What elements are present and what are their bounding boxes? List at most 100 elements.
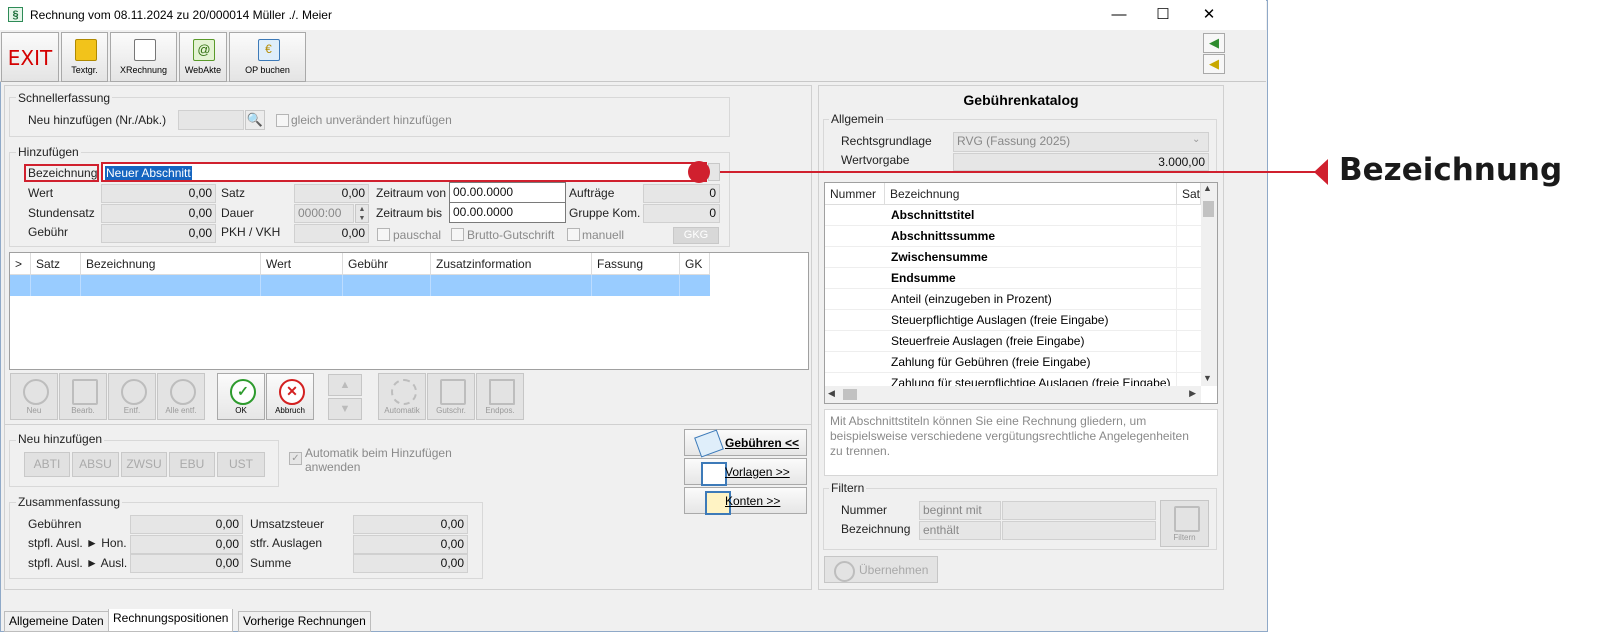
list-item[interactable]: Zahlung für Gebühren (freie Eingabe)	[825, 352, 1201, 373]
scroll-left-icon[interactable]: ◀	[828, 388, 835, 399]
arrow-left-yellow-icon[interactable]: ◀	[1203, 54, 1225, 74]
grid-header-arrow[interactable]: >	[10, 253, 31, 275]
list-item[interactable]: Abschnittstitel	[825, 205, 1201, 226]
gruppe-kom-field[interactable]: 0	[643, 204, 720, 223]
konten-button[interactable]: Konten >>	[684, 487, 807, 515]
xrechnung-button[interactable]: XRechnung	[110, 32, 177, 82]
auftraege-field[interactable]: 0	[643, 184, 720, 203]
zeitraum-bis-input[interactable]: 00.00.0000	[449, 202, 566, 223]
list-item[interactable]: Endsumme	[825, 268, 1201, 289]
endpos-button[interactable]: Endpos.	[476, 373, 524, 420]
ebu-button[interactable]: EBU	[169, 452, 215, 477]
move-down-icon[interactable]: ▼	[328, 398, 362, 420]
list-item[interactable]: Zahlung für steuerpflichtige Auslagen (f…	[825, 373, 1201, 386]
absu-button[interactable]: ABSU	[72, 452, 119, 477]
tab-allgemeine-daten[interactable]: Allgemeine Daten	[4, 611, 109, 632]
wertvorgabe-field[interactable]: 3.000,00	[953, 153, 1209, 171]
grid-header-fassung[interactable]: Fassung	[592, 253, 680, 275]
filtern-label: Filtern	[1173, 533, 1196, 542]
alle-entf-button[interactable]: Alle entf.	[157, 373, 205, 420]
gebuehren-toggle-button[interactable]: Gebühren <<	[684, 429, 807, 458]
xrechnung-label: XRechnung	[119, 65, 168, 75]
list-item[interactable]: Zwischensumme	[825, 247, 1201, 268]
exit-button[interactable]: EXIT	[1, 32, 59, 82]
ok-button[interactable]: ✓ OK	[217, 373, 265, 420]
entf-button[interactable]: Entf.	[108, 373, 156, 420]
table-row[interactable]	[10, 275, 710, 296]
katalog-header-bezeichnung[interactable]: Bezeichnung	[885, 183, 1177, 205]
search-icon[interactable]: 🔍	[245, 110, 265, 130]
katalog-horizontal-scrollbar[interactable]: ◀ ▶	[825, 386, 1201, 403]
close-button[interactable]: ✕	[1186, 0, 1232, 30]
pauschal-checkbox[interactable]	[377, 228, 390, 241]
katalog-vertical-scrollbar[interactable]: ▲ ▼	[1201, 183, 1217, 386]
brutto-gutschrift-checkbox[interactable]	[451, 228, 464, 241]
bezeichnung-label: Bezeichnung	[24, 164, 99, 182]
list-item[interactable]: Steuerfreie Auslagen (freie Eingabe)	[825, 331, 1201, 352]
textgr-button[interactable]: Textgr.	[61, 32, 108, 82]
pencil-icon	[72, 379, 98, 405]
manuell-checkbox[interactable]	[567, 228, 580, 241]
gebuehren-label: Gebühren <<	[725, 436, 800, 450]
grid-header-bezeichnung[interactable]: Bezeichnung	[81, 253, 261, 275]
rechtsgrundlage-select[interactable]: RVG (Fassung 2025)	[953, 132, 1209, 152]
arrow-left-icon[interactable]: ◀	[1203, 33, 1225, 53]
scroll-right-icon[interactable]: ▶	[1189, 388, 1196, 399]
tab-rechnungspositionen[interactable]: Rechnungspositionen	[108, 609, 234, 632]
filter-nummer-label: Nummer	[841, 503, 888, 517]
list-item[interactable]: Abschnittssumme	[825, 226, 1201, 247]
dauer-field[interactable]: 0000:00	[294, 204, 354, 223]
automatik-checkbox[interactable]: ✓	[289, 452, 302, 465]
bezeichnung-input[interactable]: Neuer Abschnitt	[101, 162, 707, 182]
filter-nummer-mode[interactable]: beginnt mit	[919, 501, 1001, 520]
grid-header-gebuehr[interactable]: Gebühr	[343, 253, 431, 275]
move-up-icon[interactable]: ▲	[328, 374, 362, 396]
abti-button[interactable]: ABTI	[24, 452, 70, 477]
vorlagen-button[interactable]: Vorlagen >>	[684, 458, 807, 486]
grid-header-satz[interactable]: Satz	[31, 253, 81, 275]
filtern-button[interactable]: Filtern	[1160, 500, 1209, 547]
plus-circle-icon	[834, 561, 855, 582]
stundensatz-field[interactable]: 0,00	[101, 204, 216, 223]
quick-number-input[interactable]	[178, 110, 244, 130]
katalog-header-nummer[interactable]: Nummer	[825, 183, 885, 205]
op-buchen-button[interactable]: € OP buchen	[229, 32, 306, 82]
tab-vorherige-rechnungen[interactable]: Vorherige Rechnungen	[238, 611, 371, 632]
filter-nummer-input[interactable]	[1002, 501, 1156, 520]
filter-bezeichnung-input[interactable]	[1002, 521, 1156, 540]
minimize-button[interactable]: —	[1096, 0, 1142, 30]
gkg-button[interactable]: GKG	[673, 227, 719, 244]
stundensatz-label: Stundensatz	[28, 206, 95, 220]
webakte-button[interactable]: @ WebAkte	[179, 32, 227, 82]
automatik-button[interactable]: Automatik	[378, 373, 426, 420]
bearb-button[interactable]: Bearb.	[59, 373, 107, 420]
satz-field[interactable]: 0,00	[294, 184, 369, 203]
grid-header-gk[interactable]: GK	[680, 253, 710, 275]
katalog-header-satz[interactable]: Sat	[1177, 183, 1201, 205]
list-item[interactable]: Anteil (einzugeben in Prozent)	[825, 289, 1201, 310]
wert-field[interactable]: 0,00	[101, 184, 216, 203]
maximize-button[interactable]: ☐	[1140, 0, 1186, 30]
template-icon	[701, 462, 727, 486]
grid-header-wert[interactable]: Wert	[261, 253, 343, 275]
zeitraum-bis-label: Zeitraum bis	[376, 206, 443, 220]
gebuehr-field[interactable]: 0,00	[101, 224, 216, 243]
abbruch-button[interactable]: ✕ Abbruch	[266, 373, 314, 420]
endpos-label: Endpos.	[485, 406, 515, 415]
ust-button[interactable]: UST	[217, 452, 265, 477]
filter-bezeichnung-mode[interactable]: enthält	[919, 521, 1001, 540]
scroll-down-icon[interactable]: ▼	[1203, 373, 1212, 383]
neu-button[interactable]: Neu	[10, 373, 58, 420]
list-item[interactable]: Steuerpflichtige Auslagen (freie Eingabe…	[825, 310, 1201, 331]
price-tag-icon	[694, 429, 724, 458]
zeitraum-von-input[interactable]: 00.00.0000	[449, 182, 566, 203]
uebernehmen-button[interactable]: Übernehmen	[824, 556, 938, 583]
zwsu-button[interactable]: ZWSU	[121, 452, 167, 477]
summe-label: Summe	[250, 556, 292, 570]
dauer-spinner-icon[interactable]: ▲ ▼	[355, 204, 369, 223]
grid-header-zusatzinformation[interactable]: Zusatzinformation	[431, 253, 592, 275]
scroll-up-icon[interactable]: ▲	[1203, 183, 1212, 193]
pkh-vkh-field[interactable]: 0,00	[294, 224, 369, 243]
gutschr-button[interactable]: Gutschr.	[427, 373, 475, 420]
gleich-checkbox[interactable]	[276, 114, 289, 127]
